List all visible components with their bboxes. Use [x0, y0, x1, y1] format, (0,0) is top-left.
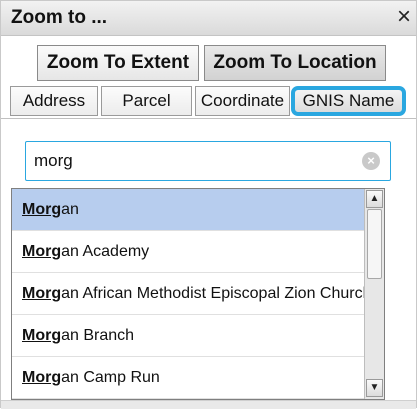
tab-row: Address Parcel Coordinate GNIS Name: [1, 83, 416, 117]
tab-address[interactable]: Address: [10, 86, 98, 116]
suggestion-scrollbar[interactable]: ▲ ▼: [364, 189, 384, 399]
suggestion-match: Morg: [22, 369, 62, 386]
suggestion-rest: an Academy: [61, 243, 150, 260]
suggestion-match: Morg: [22, 201, 62, 218]
suggestion-item[interactable]: Morgan: [12, 189, 364, 231]
scroll-thumb[interactable]: [367, 209, 382, 279]
zoom-to-location-button[interactable]: Zoom To Location: [204, 45, 386, 81]
suggestion-rest: an Camp Run: [61, 369, 160, 386]
suggestion-item[interactable]: Morgan African Methodist Episcopal Zion …: [12, 273, 364, 315]
suggestion-item[interactable]: Morgan Camp Run: [12, 357, 364, 399]
suggestion-rest: an Branch: [61, 327, 135, 344]
suggestion-rest: an African Methodist Episcopal Zion Chur…: [61, 285, 364, 302]
suggestion-rest: an: [61, 201, 79, 218]
zoom-to-dialog: Zoom to ... × Zoom To Extent Zoom To Loc…: [0, 0, 417, 409]
gnis-search-input[interactable]: [34, 148, 354, 174]
close-icon[interactable]: ×: [397, 3, 411, 31]
clear-icon[interactable]: ×: [362, 152, 380, 170]
title-bar: Zoom to ... ×: [1, 1, 416, 36]
tab-gnis-name[interactable]: GNIS Name: [291, 86, 406, 116]
suggestion-match: Morg: [22, 327, 62, 344]
suggestion-item[interactable]: Morgan Academy: [12, 231, 364, 273]
suggestion-match: Morg: [22, 243, 62, 260]
suggestion-dropdown: Morgan Morgan Academy Morgan African Met…: [11, 188, 385, 400]
mode-bar: Zoom To Extent Zoom To Location: [1, 36, 416, 82]
tab-coordinate[interactable]: Coordinate: [195, 86, 290, 116]
scroll-up-icon[interactable]: ▲: [366, 190, 383, 208]
dialog-title: Zoom to ...: [11, 7, 108, 28]
tab-parcel[interactable]: Parcel: [101, 86, 192, 116]
suggestion-match: Morg: [22, 285, 62, 302]
suggestion-item[interactable]: Morgan Branch: [12, 315, 364, 357]
scroll-down-icon[interactable]: ▼: [366, 379, 383, 397]
search-box: ×: [25, 141, 391, 181]
zoom-to-extent-button[interactable]: Zoom To Extent: [37, 45, 199, 81]
